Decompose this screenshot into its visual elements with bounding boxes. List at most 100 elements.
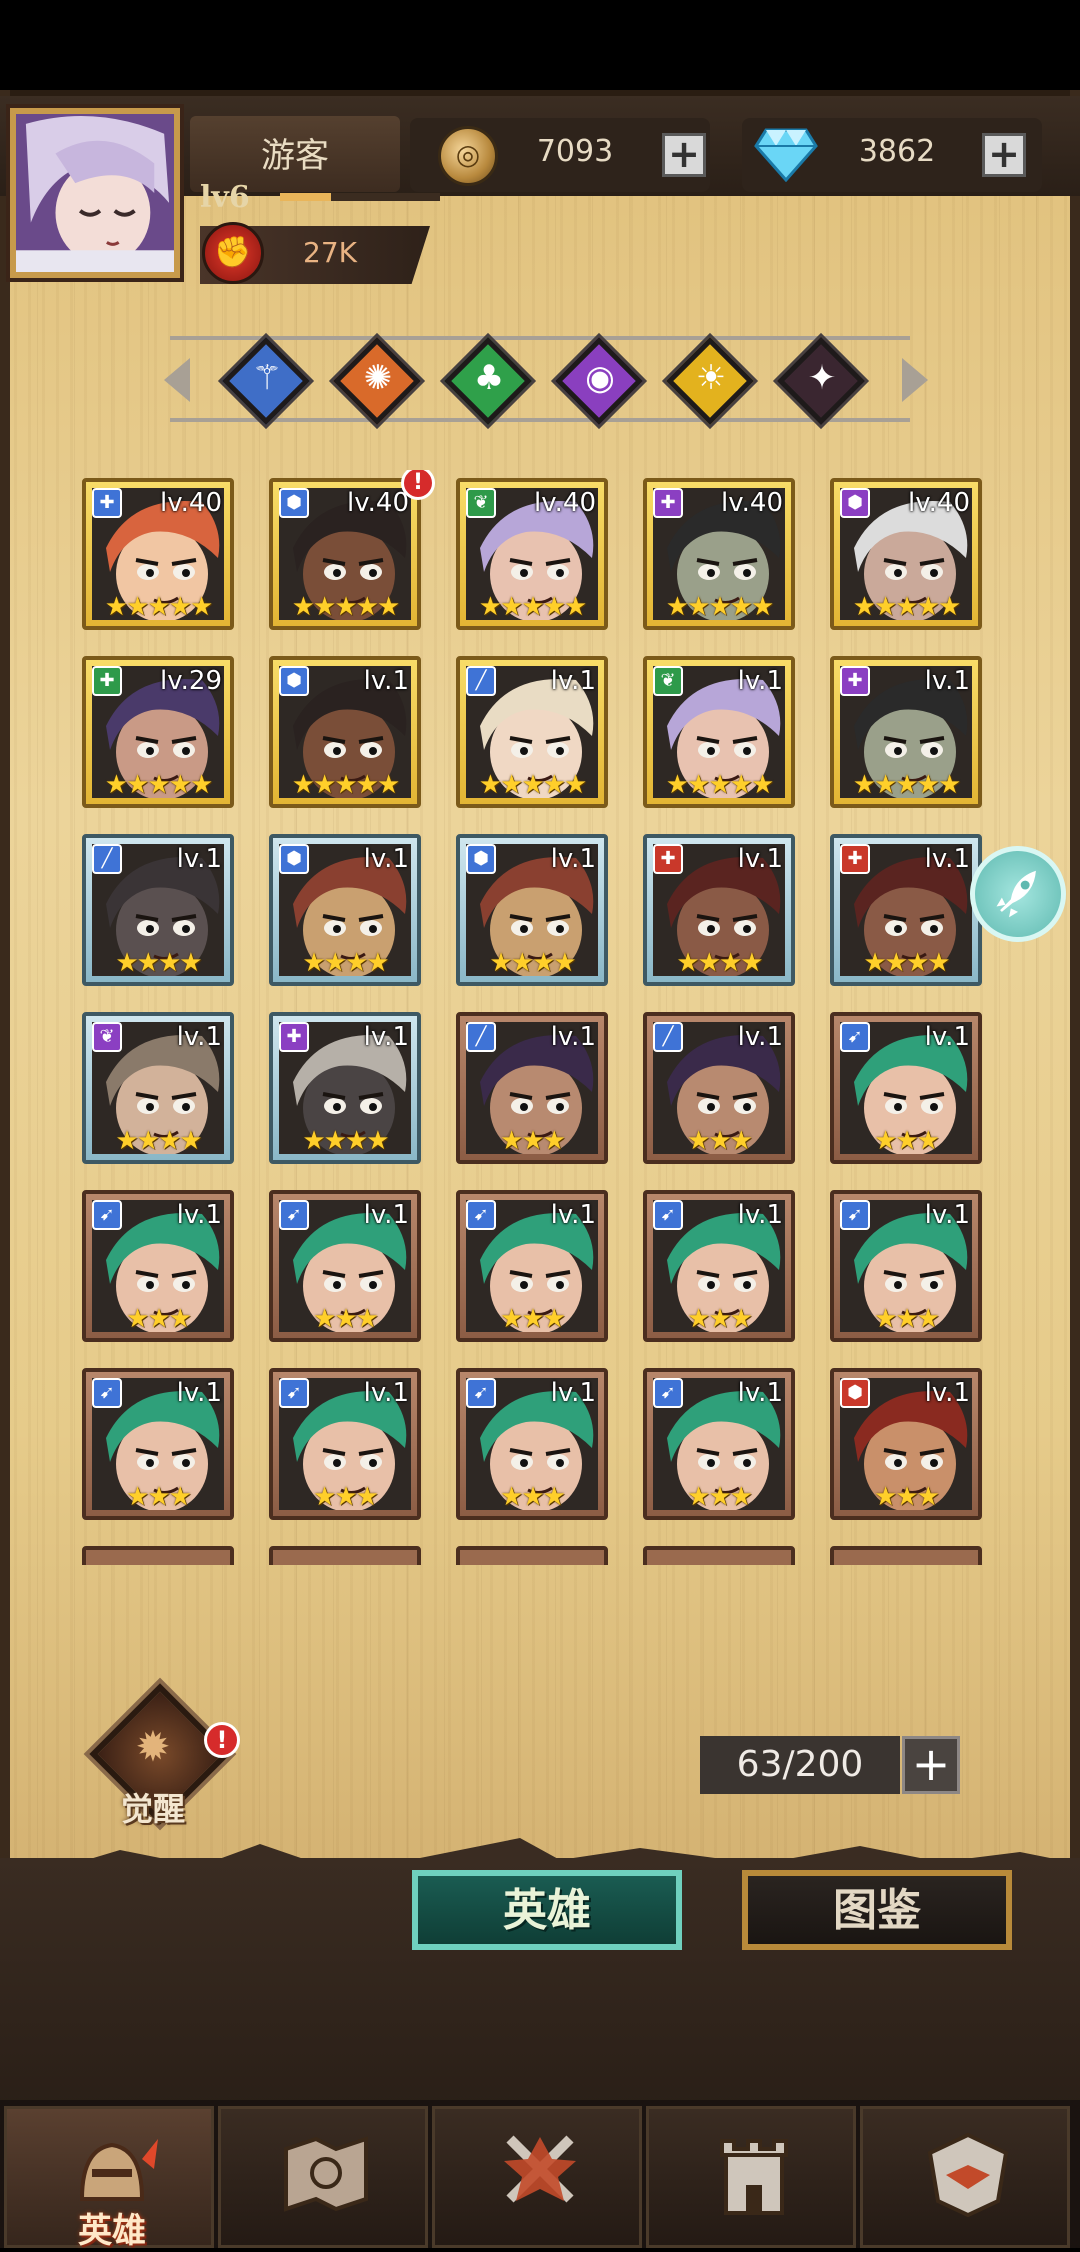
hero-card[interactable]: ➹ lv.1 ★★★ xyxy=(830,1012,982,1164)
nav-item-guild-handshake[interactable] xyxy=(860,2106,1070,2248)
hero-card[interactable]: ➹ lv.1 ★★★ xyxy=(456,1190,608,1342)
hero-card[interactable]: ⬢ lv.1 ★★★★ xyxy=(269,834,421,986)
hero-card[interactable]: ✚ lv.1 ★★★★ xyxy=(643,834,795,986)
faction-green-icon: ♣ xyxy=(473,358,505,398)
player-avatar[interactable] xyxy=(10,108,180,278)
faction-filter-0[interactable]: ⚚ xyxy=(222,337,310,425)
faction-orange-icon: ✺ xyxy=(363,358,393,398)
hero-card[interactable]: ╱ lv.1 ★★★★ xyxy=(82,834,234,986)
hero-level: lv.1 xyxy=(176,1200,222,1230)
nav-label: 英雄 xyxy=(78,2211,146,2251)
hero-stars: ★★★★★ xyxy=(291,770,401,800)
hero-stars: ★★★ xyxy=(500,1482,566,1512)
hero-card[interactable]: ✚ lv.29 ★★★★★ xyxy=(82,656,234,808)
hero-card[interactable]: ➹ lv.1 ★★★ xyxy=(830,1190,982,1342)
hero-stars: ★★★★ xyxy=(302,1126,389,1156)
hero-level: lv.1 xyxy=(924,1022,970,1052)
hero-class-icon: ➹ xyxy=(840,1022,870,1052)
hero-class-icon: ✚ xyxy=(653,844,683,874)
hero-card[interactable]: ╱ lv.1 ★★★★★ xyxy=(456,656,608,808)
hero-card[interactable]: ✚ lv.1 ★★★★ xyxy=(269,1012,421,1164)
rocket-button[interactable] xyxy=(970,846,1066,942)
hero-card[interactable]: ➹ lv.1 ★★★ xyxy=(269,1368,421,1520)
hero-level: lv.1 xyxy=(550,1378,596,1408)
faction-yellow-icon: ☀ xyxy=(695,358,727,398)
hero-card-partial[interactable] xyxy=(643,1546,795,1565)
gem-value: 3862 xyxy=(858,134,936,169)
hero-card[interactable]: ➹ lv.1 ★★★ xyxy=(82,1368,234,1520)
faction-filter-4[interactable]: ☀ xyxy=(666,337,754,425)
hero-card[interactable]: ❦ lv.1 ★★★★★ xyxy=(643,656,795,808)
hero-card-partial[interactable] xyxy=(830,1546,982,1565)
add-coin-button[interactable]: + xyxy=(662,133,706,177)
nav-item-castle-tower[interactable] xyxy=(646,2106,856,2248)
awaken-icon: ✹ xyxy=(135,1722,171,1771)
hero-level: lv.40 xyxy=(534,488,596,518)
hero-class-icon: ⬢ xyxy=(840,1378,870,1408)
expand-capacity-button[interactable]: + xyxy=(902,1736,960,1794)
hero-card[interactable]: ✚ lv.1 ★★★★★ xyxy=(830,656,982,808)
hero-card[interactable]: ⬢ lv.1 ★★★ xyxy=(830,1368,982,1520)
gem-counter: 3862 + xyxy=(742,118,1042,192)
hero-level: lv.1 xyxy=(550,1200,596,1230)
hero-class-icon: ➹ xyxy=(653,1200,683,1230)
player-level: lv6 xyxy=(200,180,250,215)
hero-card[interactable]: ❦ lv.1 ★★★★ xyxy=(82,1012,234,1164)
nav-item-hero-helmet[interactable]: 英雄 xyxy=(4,2106,214,2251)
hero-stars: ★★★ xyxy=(313,1482,379,1512)
hero-stars: ★★★ xyxy=(126,1482,192,1512)
tab-codex[interactable]: 图鉴 xyxy=(742,1870,1012,1950)
avatar-portrait-icon xyxy=(16,114,174,272)
hero-card[interactable]: ⬢ lv.1 ★★★★★ xyxy=(269,656,421,808)
hero-card-partial[interactable] xyxy=(269,1546,421,1565)
hero-card[interactable]: ➹ lv.1 ★★★ xyxy=(82,1190,234,1342)
hero-level: lv.29 xyxy=(160,666,222,696)
hero-card[interactable]: ⬢ lv.40 ★★★★★! xyxy=(269,470,435,630)
hero-level: lv.1 xyxy=(176,1022,222,1052)
hero-stars: ★★★★ xyxy=(115,948,202,978)
hero-card[interactable]: ➹ lv.1 ★★★ xyxy=(456,1368,608,1520)
hero-class-icon: ➹ xyxy=(466,1200,496,1230)
hero-class-icon: ❦ xyxy=(92,1022,122,1052)
hero-card-partial[interactable] xyxy=(82,1546,234,1565)
hero-level: lv.1 xyxy=(176,1378,222,1408)
awaken-button[interactable]: ✹ ! 觉醒 xyxy=(88,1683,240,1828)
faction-filter-3[interactable]: ◉ xyxy=(555,337,643,425)
hero-stars: ★★★ xyxy=(687,1304,753,1334)
map-scroll-icon xyxy=(284,2136,368,2212)
add-gem-button[interactable]: + xyxy=(982,133,1026,177)
hero-card[interactable]: ❦ lv.40 ★★★★★ xyxy=(456,478,608,630)
hero-class-icon: ✚ xyxy=(653,488,683,518)
faction-filter-1[interactable]: ✺ xyxy=(333,337,421,425)
hero-class-icon: ➹ xyxy=(279,1200,309,1230)
hero-card[interactable]: ╱ lv.1 ★★★ xyxy=(456,1012,608,1164)
filter-right-arrow-icon[interactable] xyxy=(902,358,928,402)
faction-filter-5[interactable]: ✦ xyxy=(777,337,865,425)
hero-card[interactable]: ✚ lv.40 ★★★★★ xyxy=(643,478,795,630)
hero-capacity: 63/200 + xyxy=(700,1736,960,1794)
hero-level: lv.1 xyxy=(363,1200,409,1230)
tab-heroes[interactable]: 英雄 xyxy=(412,1870,682,1950)
hero-card[interactable]: ➹ lv.1 ★★★ xyxy=(643,1190,795,1342)
hero-card[interactable]: ➹ lv.1 ★★★ xyxy=(269,1190,421,1342)
hero-card[interactable]: ⬢ lv.1 ★★★★ xyxy=(456,834,608,986)
filter-left-arrow-icon[interactable] xyxy=(164,358,190,402)
hero-card[interactable]: ⬢ lv.40 ★★★★★ xyxy=(830,478,982,630)
hero-card[interactable]: ➹ lv.1 ★★★ xyxy=(643,1368,795,1520)
hero-class-icon: ✚ xyxy=(279,1022,309,1052)
nav-item-map-scroll[interactable] xyxy=(218,2106,428,2248)
hero-card-partial[interactable] xyxy=(456,1546,608,1565)
power-value: 27K xyxy=(303,236,357,269)
hero-card[interactable]: ✚ lv.1 ★★★★ xyxy=(830,834,982,986)
faction-filter-2[interactable]: ♣ xyxy=(444,337,532,425)
hero-class-icon: ➹ xyxy=(653,1378,683,1408)
hero-stars: ★★★ xyxy=(500,1304,566,1334)
hero-card[interactable]: ╱ lv.1 ★★★ xyxy=(643,1012,795,1164)
hero-stars: ★★★★★ xyxy=(852,592,962,622)
hero-card[interactable]: ✚ lv.40 ★★★★★ xyxy=(82,478,234,630)
hero-class-icon: ✚ xyxy=(92,488,122,518)
nav-item-battle-swords[interactable] xyxy=(432,2106,642,2248)
hero-stars: ★★★★★ xyxy=(104,592,214,622)
exp-fill xyxy=(280,193,332,201)
hero-stars: ★★★ xyxy=(126,1304,192,1334)
